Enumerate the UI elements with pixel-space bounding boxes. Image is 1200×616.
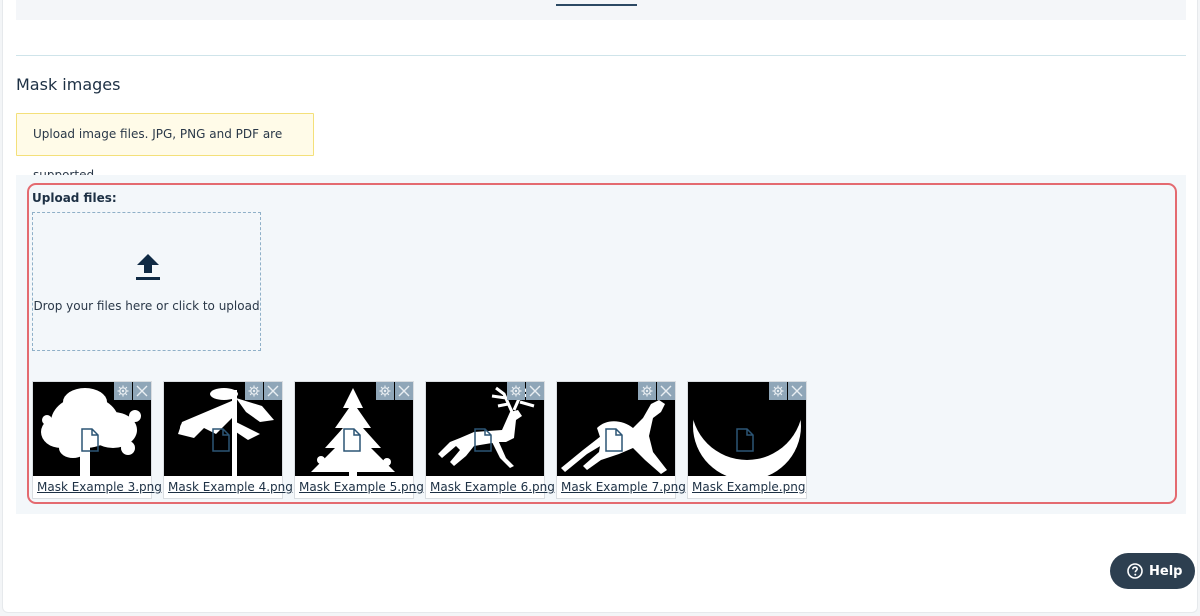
close-icon[interactable] [133, 382, 151, 400]
close-icon[interactable] [788, 382, 806, 400]
section-divider [16, 55, 1186, 56]
upload-files-label: Upload files: [32, 191, 117, 205]
gear-icon[interactable] [245, 382, 263, 400]
dropzone-text: Drop your files here or click to upload [33, 299, 260, 313]
file-thumbnail[interactable]: Mask Example 6.png [425, 381, 555, 499]
gear-icon[interactable] [507, 382, 525, 400]
close-icon[interactable] [395, 382, 413, 400]
file-icon [81, 428, 99, 452]
help-label: Help [1149, 563, 1183, 579]
section-title: Mask images [16, 75, 121, 94]
file-thumbnail[interactable]: Mask Example 7.png [556, 381, 686, 499]
gear-icon[interactable] [376, 382, 394, 400]
close-icon[interactable] [657, 382, 675, 400]
gear-icon[interactable] [114, 382, 132, 400]
file-tools [638, 382, 675, 400]
gear-icon[interactable] [769, 382, 787, 400]
file-icon [343, 428, 361, 452]
gear-icon[interactable] [638, 382, 656, 400]
file-tools [507, 382, 544, 400]
file-dropzone[interactable]: Drop your files here or click to upload [32, 212, 261, 351]
close-icon[interactable] [264, 382, 282, 400]
file-name-link[interactable]: Mask Example.png [692, 480, 805, 494]
page-frame: Mask images Upload image files. JPG, PNG… [2, 0, 1198, 613]
file-thumbnail[interactable]: Mask Example.png [687, 381, 807, 499]
file-tools [376, 382, 413, 400]
file-thumbnail[interactable]: Mask Example 4.png [163, 381, 293, 499]
file-name-link[interactable]: Mask Example 7.png [561, 480, 686, 494]
file-name-link[interactable]: Mask Example 6.png [430, 480, 555, 494]
supported-formats-notice: Upload image files. JPG, PNG and PDF are… [16, 113, 314, 182]
help-icon [1127, 563, 1143, 579]
help-button[interactable]: Help [1110, 553, 1195, 589]
file-icon [605, 428, 623, 452]
file-thumbnail[interactable]: Mask Example 3.png [32, 381, 162, 499]
file-name-link[interactable]: Mask Example 3.png [37, 480, 162, 494]
file-name-link[interactable]: Mask Example 4.png [168, 480, 293, 494]
file-tools [769, 382, 806, 400]
active-tab-indicator [556, 4, 637, 6]
top-tab-strip [16, 0, 1186, 20]
upload-icon [136, 254, 160, 280]
file-tools [245, 382, 282, 400]
file-tools [114, 382, 151, 400]
file-icon [474, 428, 492, 452]
close-icon[interactable] [526, 382, 544, 400]
file-thumbnail[interactable]: Mask Example 5.png [294, 381, 424, 499]
file-icon [212, 428, 230, 452]
file-icon [736, 428, 754, 452]
file-name-link[interactable]: Mask Example 5.png [299, 480, 424, 494]
